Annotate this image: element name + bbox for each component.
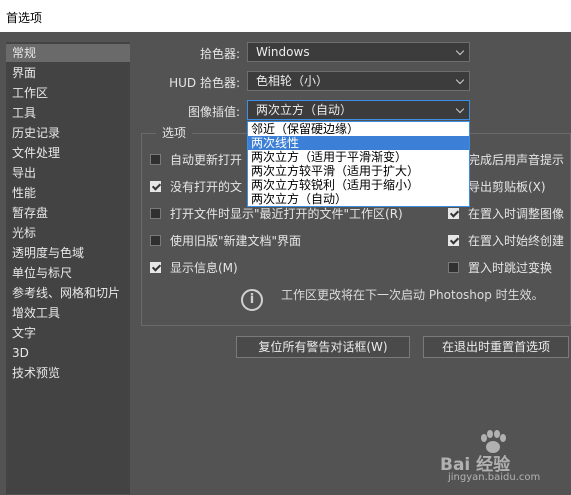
title-bar: 首选项 (0, 0, 571, 32)
option-beep-label: 完成后用声音提示 (468, 153, 565, 167)
watermark-subtext: jingyan.baidu.com (448, 472, 541, 483)
sidebar-item-scratch-disks[interactable]: 暂存盘 (6, 204, 130, 222)
sidebar-item-tools[interactable]: 工具 (6, 104, 130, 122)
sidebar-item-performance[interactable]: 性能 (6, 184, 130, 202)
reset-warnings-button[interactable]: 复位所有警告对话框(W) (236, 336, 410, 358)
hud-picker-label: HUD 拾色器: (169, 76, 240, 90)
sidebar-item-units[interactable]: 单位与标尺 (6, 264, 130, 282)
hud-picker-value: 色相轮（小） (256, 74, 329, 88)
dropdown-option-bicubic-smooth-gradients[interactable]: 两次立方（适用于平滑渐变） (248, 150, 469, 164)
color-picker-value: Windows (256, 45, 310, 59)
option-show-tooltips-label: 显示信息(M) (170, 261, 238, 275)
option-skip-transform-label: 置入时跳过变换 (468, 261, 553, 275)
checkbox-legacy-new-doc[interactable] (150, 235, 161, 246)
option-export-clipboard-label: 导出剪贴板(X) (468, 180, 546, 194)
interpolation-dropdown: 邻近（保留硬边缘） 两次线性 两次立方（适用于平滑渐变） 两次立方较平滑（适用于… (247, 121, 470, 207)
sidebar-item-general[interactable]: 常规 (6, 44, 130, 62)
chevron-down-icon (455, 75, 465, 85)
dropdown-option-bicubic-smoother[interactable]: 两次立方较平滑（适用于扩大） (248, 164, 469, 178)
sidebar-item-file-handling[interactable]: 文件处理 (6, 144, 130, 162)
option-legacy-new-doc-label: 使用旧版"新建文档"界面 (170, 234, 302, 248)
option-show-recent-label: 打开文件时显示"最近打开的文件"工作区(R) (170, 207, 403, 221)
info-icon: i (241, 289, 263, 311)
sidebar-item-interface[interactable]: 界面 (6, 64, 130, 82)
color-picker-label: 拾色器: (199, 47, 240, 61)
sidebar-item-export[interactable]: 导出 (6, 164, 130, 182)
checkbox-skip-transform[interactable] (448, 262, 459, 273)
sidebar-item-plugins[interactable]: 增效工具 (6, 304, 130, 322)
option-auto-update-label: 自动更新打开 (170, 153, 243, 167)
window-title: 首选项 (6, 11, 43, 25)
checkbox-show-recent[interactable] (150, 208, 161, 219)
sidebar-item-type[interactable]: 文字 (6, 324, 130, 342)
interpolation-label: 图像插值: (187, 105, 240, 119)
chevron-down-icon (455, 104, 465, 114)
options-group-title: 选项 (156, 124, 193, 141)
info-text: 工作区更改将在下一次启动 Photoshop 时生效。 (281, 288, 544, 302)
sidebar-item-transparency[interactable]: 透明度与色域 (6, 244, 130, 262)
checkbox-show-tooltips[interactable] (150, 262, 161, 273)
sidebar-item-history[interactable]: 历史记录 (6, 124, 130, 142)
sidebar-item-tech-preview[interactable]: 技术预览 (6, 364, 130, 382)
dropdown-option-bicubic-auto[interactable]: 两次立方（自动） (248, 192, 469, 206)
checkbox-auto-update[interactable] (150, 154, 161, 165)
sidebar-item-workspace[interactable]: 工作区 (6, 84, 130, 102)
interpolation-value: 两次立方（自动） (256, 103, 353, 117)
dropdown-option-bilinear[interactable]: 两次线性 (248, 136, 469, 150)
checkbox-no-open-docs[interactable] (150, 181, 161, 192)
interpolation-select[interactable]: 两次立方（自动） (247, 100, 470, 120)
hud-picker-select[interactable]: 色相轮（小） (247, 71, 470, 91)
watermark: Bai 经验 jingyan.baidu.com (440, 430, 560, 485)
sidebar: 常规 界面 工作区 工具 历史记录 文件处理 导出 性能 暂存盘 光标 透明度与… (6, 42, 130, 494)
color-picker-select[interactable]: Windows (247, 42, 470, 62)
sidebar-item-3d[interactable]: 3D (6, 344, 130, 362)
dropdown-option-bicubic-sharper[interactable]: 两次立方较锐利（适用于缩小） (248, 178, 469, 192)
reset-prefs-button[interactable]: 在退出时重置首选项 (423, 336, 569, 358)
sidebar-item-cursors[interactable]: 光标 (6, 224, 130, 242)
dropdown-option-nearest[interactable]: 邻近（保留硬边缘） (248, 122, 469, 136)
option-always-create-smart-label: 在置入时始终创建 (468, 234, 565, 248)
option-no-open-docs-label: 没有打开的文 (170, 180, 243, 194)
checkbox-resize-place[interactable] (448, 208, 459, 219)
sidebar-item-guides[interactable]: 参考线、网格和切片 (6, 284, 130, 302)
option-resize-place-label: 在置入时调整图像 (468, 207, 565, 221)
chevron-down-icon (455, 46, 465, 56)
checkbox-always-create-smart[interactable] (448, 235, 459, 246)
